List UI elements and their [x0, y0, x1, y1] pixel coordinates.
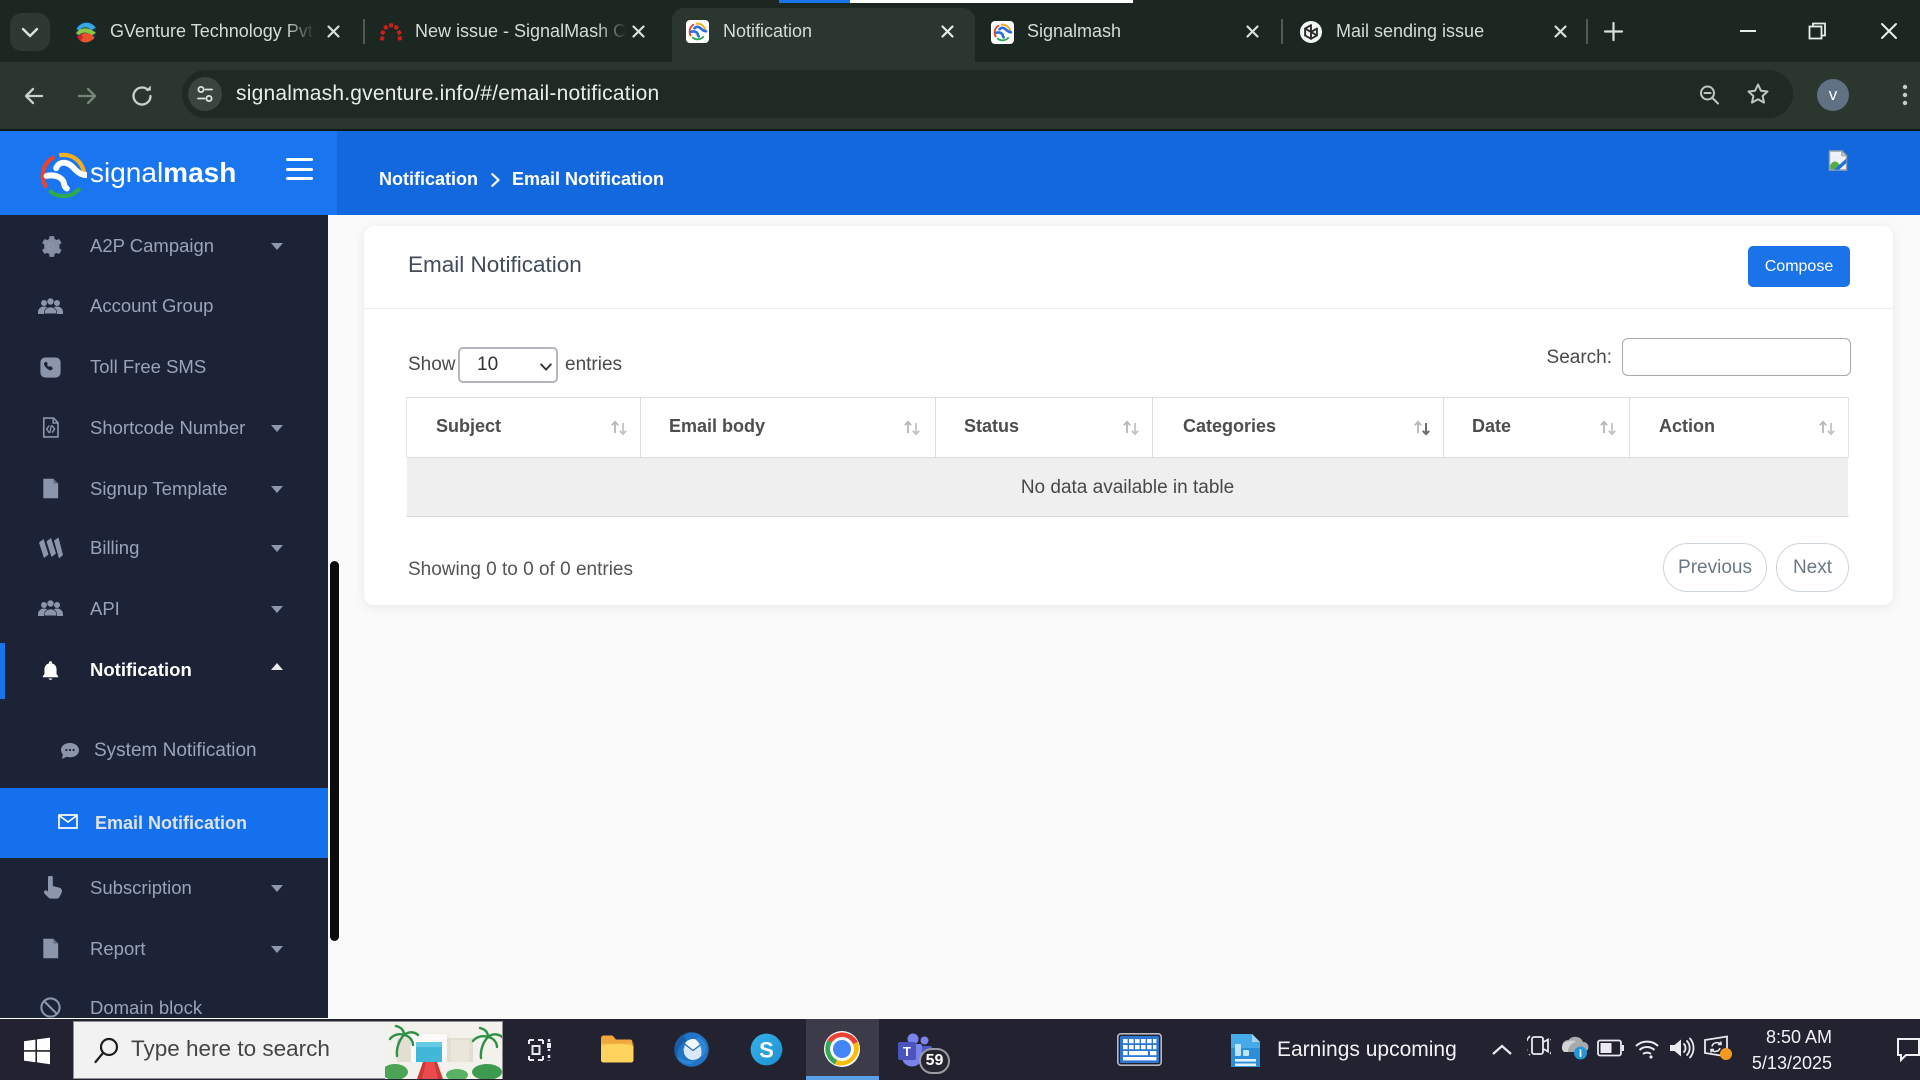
svg-text:S: S: [759, 1038, 774, 1063]
svg-text:T: T: [903, 1044, 911, 1059]
